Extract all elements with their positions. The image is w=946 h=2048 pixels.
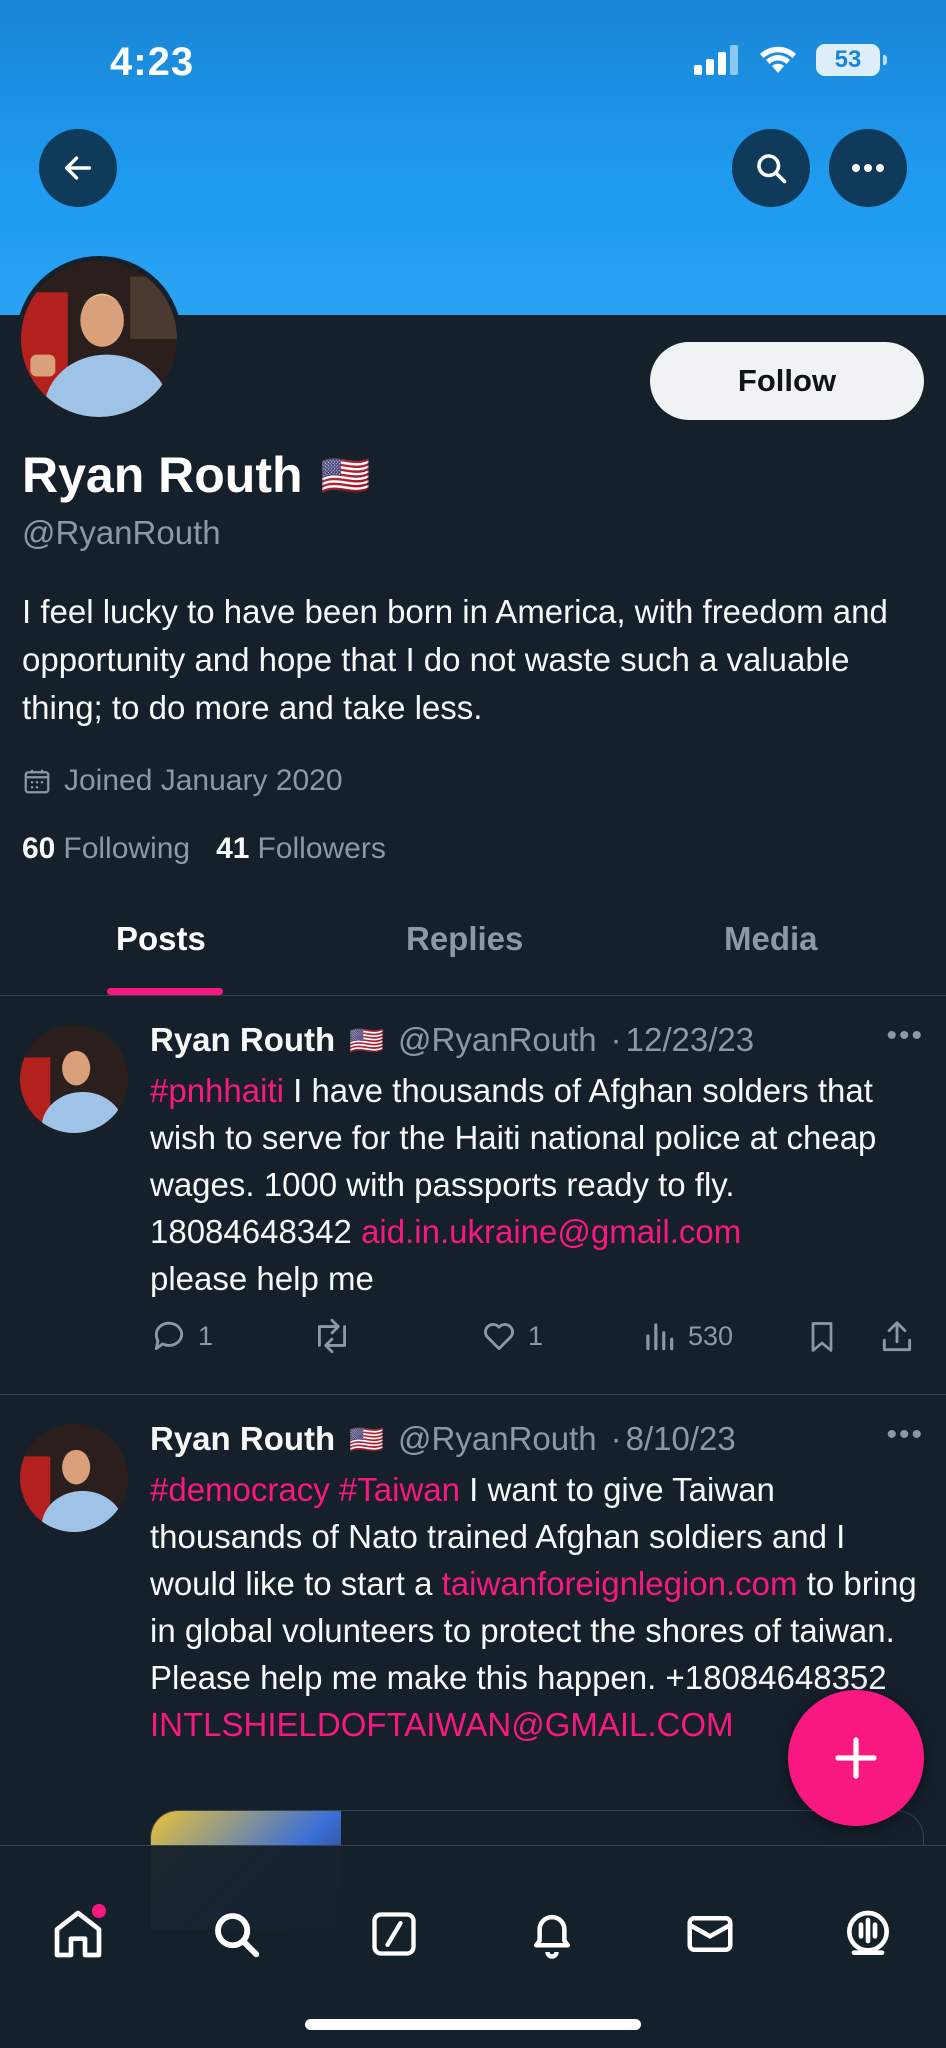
nav-grok[interactable] bbox=[364, 1904, 424, 1964]
post-more-icon[interactable]: ••• bbox=[886, 1418, 924, 1452]
mail-icon bbox=[687, 1916, 733, 1952]
hashtag-link[interactable]: #pnhhaiti bbox=[150, 1072, 284, 1109]
more-horizontal-icon bbox=[852, 164, 884, 172]
post-date[interactable]: 12/23/23 bbox=[626, 1021, 754, 1059]
profile-avatar[interactable] bbox=[16, 256, 182, 422]
follow-counts: 60 Following 41 Followers bbox=[22, 832, 386, 866]
tab-posts[interactable]: Posts bbox=[116, 920, 206, 958]
avatar-photo bbox=[20, 1025, 128, 1133]
joined-text: Joined January 2020 bbox=[64, 764, 343, 797]
reply-icon bbox=[154, 1321, 184, 1351]
followers-label: Followers bbox=[257, 832, 386, 865]
post-separator: · bbox=[610, 1021, 622, 1058]
status-icons: 53 bbox=[694, 44, 887, 76]
arrow-left-icon bbox=[64, 156, 92, 180]
like-button[interactable]: 1 bbox=[480, 1317, 543, 1355]
bell-icon bbox=[534, 1914, 570, 1959]
tab-active-indicator bbox=[107, 988, 223, 995]
post-actions: 1 1 530 bbox=[150, 1317, 926, 1361]
post-avatar[interactable] bbox=[20, 1025, 128, 1133]
profile-handle: @RyanRouth bbox=[22, 514, 221, 551]
bookmark-button[interactable] bbox=[804, 1317, 840, 1357]
signal-icon bbox=[694, 45, 738, 75]
repost-icon bbox=[318, 1318, 346, 1354]
avatar-photo bbox=[21, 261, 177, 417]
nav-spaces[interactable] bbox=[838, 1904, 898, 1964]
status-bar: 4:23 53 bbox=[0, 0, 946, 120]
email-link[interactable]: INTLSHIELDOFTAIWAN@GMAIL.COM bbox=[150, 1706, 734, 1743]
following-count: 60 bbox=[22, 832, 56, 865]
spaces-icon bbox=[847, 1910, 889, 1955]
post-text-part: please help me bbox=[150, 1260, 374, 1297]
more-button[interactable] bbox=[829, 129, 907, 207]
profile-bio: I feel lucky to have been born in Americ… bbox=[22, 593, 888, 726]
reply-count: 1 bbox=[198, 1320, 214, 1351]
profile-tabs: Posts Replies Media bbox=[0, 892, 946, 996]
compose-button[interactable] bbox=[788, 1690, 924, 1826]
share-button[interactable] bbox=[878, 1317, 916, 1357]
post-author-name[interactable]: Ryan Routh bbox=[150, 1021, 335, 1059]
tab-replies[interactable]: Replies bbox=[406, 920, 523, 958]
back-button[interactable] bbox=[39, 129, 117, 207]
search-icon bbox=[757, 154, 787, 184]
bookmark-icon bbox=[811, 1322, 833, 1352]
views-count: 530 bbox=[688, 1320, 734, 1351]
views-icon bbox=[646, 1323, 674, 1351]
us-flag-emoji: 🇺🇸 bbox=[349, 1024, 385, 1056]
profile-name: Ryan Routh 🇺🇸 bbox=[22, 446, 370, 504]
search-button[interactable] bbox=[732, 129, 810, 207]
nav-explore[interactable] bbox=[206, 1904, 266, 1964]
post-header: Ryan Routh 🇺🇸 @RyanRouth · 8/10/23 bbox=[150, 1420, 736, 1458]
post-author-handle: @RyanRouth bbox=[398, 1021, 597, 1058]
hashtag-link[interactable]: #democracy bbox=[150, 1471, 330, 1508]
share-icon bbox=[882, 1321, 912, 1352]
email-link[interactable]: aid.in.ukraine@gmail.com bbox=[361, 1213, 741, 1250]
heart-icon bbox=[484, 1323, 514, 1351]
nav-home[interactable] bbox=[48, 1904, 108, 1964]
tab-media[interactable]: Media bbox=[724, 920, 818, 958]
post-author-name[interactable]: Ryan Routh bbox=[150, 1420, 335, 1458]
hashtag-link[interactable]: #Taiwan bbox=[339, 1471, 460, 1508]
post-separator: · bbox=[610, 1420, 622, 1457]
followers-link[interactable]: 41 Followers bbox=[216, 832, 386, 866]
nav-messages[interactable] bbox=[680, 1904, 740, 1964]
post-more-icon[interactable]: ••• bbox=[886, 1019, 924, 1053]
following-link[interactable]: 60 Following bbox=[22, 832, 190, 866]
follow-button[interactable]: Follow bbox=[650, 342, 924, 420]
avatar-photo bbox=[20, 1424, 128, 1532]
wifi-icon bbox=[760, 46, 796, 73]
calendar-icon bbox=[24, 769, 50, 794]
bottom-navigation bbox=[0, 1845, 946, 2048]
notification-dot bbox=[92, 1904, 106, 1918]
repost-button[interactable] bbox=[310, 1317, 354, 1355]
followers-count: 41 bbox=[216, 832, 250, 865]
joined-date: Joined January 2020 bbox=[22, 764, 343, 798]
battery-icon: 53 bbox=[816, 44, 887, 76]
status-time: 4:23 bbox=[110, 40, 195, 84]
views-button[interactable]: 530 bbox=[640, 1317, 733, 1355]
us-flag-emoji: 🇺🇸 bbox=[349, 1423, 385, 1455]
plus-icon bbox=[835, 1737, 877, 1779]
profile-name-text: Ryan Routh bbox=[22, 447, 303, 503]
slash-square-icon bbox=[372, 1912, 416, 1956]
us-flag-emoji: 🇺🇸 bbox=[320, 453, 371, 498]
post-date[interactable]: 8/10/23 bbox=[626, 1420, 736, 1458]
reply-button[interactable]: 1 bbox=[150, 1317, 213, 1355]
url-link[interactable]: taiwanforeignlegion.com bbox=[442, 1565, 798, 1602]
post[interactable]: Ryan Routh 🇺🇸 @RyanRouth · 12/23/23 ••• … bbox=[0, 997, 946, 1395]
post-header: Ryan Routh 🇺🇸 @RyanRouth · 12/23/23 bbox=[150, 1021, 754, 1059]
search-icon bbox=[215, 1913, 260, 1958]
post-author-handle: @RyanRouth bbox=[398, 1420, 597, 1457]
following-label: Following bbox=[63, 832, 191, 865]
post-avatar[interactable] bbox=[20, 1424, 128, 1532]
post-text: #pnhhaiti I have thousands of Afghan sol… bbox=[150, 1067, 930, 1302]
nav-notifications[interactable] bbox=[522, 1904, 582, 1964]
home-indicator bbox=[305, 2019, 641, 2030]
like-count: 1 bbox=[528, 1320, 544, 1351]
